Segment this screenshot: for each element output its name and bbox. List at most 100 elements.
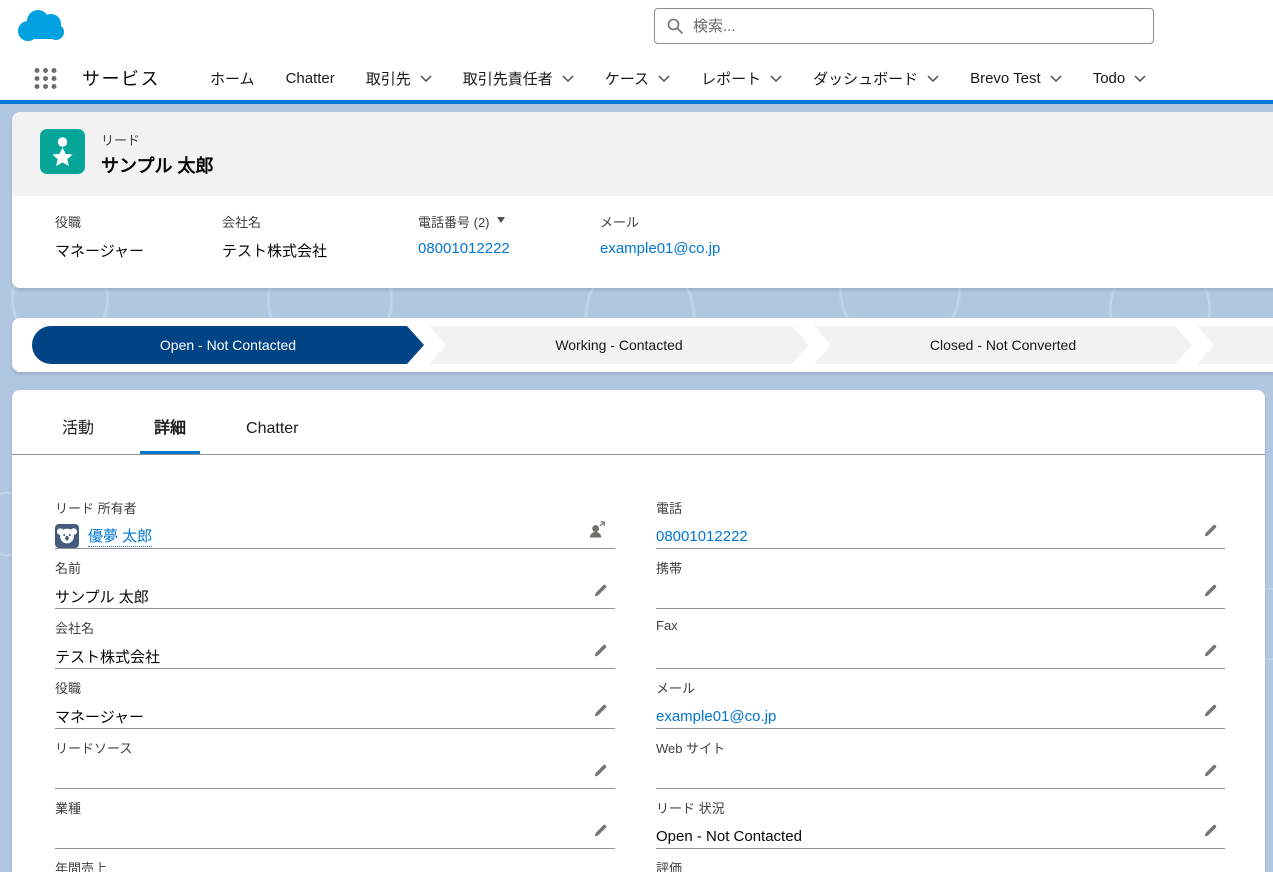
detail-left-column: リード 所有者 優夢 太郎 名前 サンプル 太郎 会社名 テスト株式会社 役職 … [55,489,615,872]
search-input[interactable] [693,17,1141,35]
dropdown-triangle-icon[interactable] [496,213,505,230]
chevron-down-icon[interactable] [770,74,782,82]
edit-pencil-icon[interactable] [1203,764,1217,778]
edit-pencil-icon[interactable] [1203,524,1217,538]
change-owner-icon[interactable] [588,521,607,538]
field-row: 評価 [656,849,1225,872]
field-row: リードソース [55,729,615,789]
chevron-down-icon[interactable] [562,74,574,82]
compact-field: 会社名 テスト株式会社 [222,212,418,288]
field-label: Fax [656,618,678,633]
edit-pencil-icon[interactable] [593,644,607,658]
chevron-down-icon[interactable] [1050,74,1062,82]
nav-tab[interactable]: 取引先責任者 [463,68,574,89]
compact-field-value[interactable]: テスト株式会社 [222,240,406,261]
compact-field-value[interactable]: マネージャー [55,240,210,261]
field-row: 名前 サンプル 太郎 [55,549,615,609]
nav-tab[interactable]: Chatter [286,70,335,87]
compact-field-label: メール [600,215,640,230]
compact-field: 電話番号 (2) 08001012222 [418,212,600,288]
compact-field-value[interactable]: 08001012222 [418,240,588,257]
nav-tab-label: Chatter [285,69,335,87]
path-stage[interactable]: Working - Contacted [429,326,809,364]
path-stage-label: Open - Not Contacted [159,337,297,353]
edit-pencil-icon[interactable] [593,704,607,718]
field-label: 名前 [55,561,82,576]
detail-right-column: 電話 08001012222 携帯 Fax メール example01@co.j… [656,489,1225,872]
nav-tabs: ホーム Chatter 取引先 取引先責任者 ケース レポート ダッシュボード … [210,68,1146,89]
nav-tab[interactable]: 取引先 [366,68,432,89]
field-value[interactable]: テスト株式会社 [55,646,160,667]
field-row: Fax [656,609,1225,669]
nav-tab-label: ケース [604,70,650,88]
field-label: 業種 [55,801,82,816]
nav-tab-label: ダッシュボード [813,70,919,88]
edit-pencil-icon[interactable] [593,824,607,838]
record-name: サンプル 太郎 [101,156,214,176]
edit-pencil-icon[interactable] [1203,824,1217,838]
chevron-down-icon[interactable] [1134,74,1146,82]
edit-pencil-icon[interactable] [593,764,607,778]
field-value[interactable]: Open - Not Contacted [656,828,802,845]
field-label: リード 状況 [656,801,725,816]
nav-tab-label: 取引先 [365,70,411,88]
field-row: リード 状況 Open - Not Contacted [656,789,1225,849]
field-label: リードソース [55,741,133,756]
record-highlights-panel: リード サンプル 太郎 役職 マネージャー 会社名 テスト株式会社 電話番号 (… [12,112,1273,288]
record-tab[interactable]: Chatter [232,408,312,454]
path-stage[interactable]: Closed - Not Converted [814,326,1192,364]
nav-tab-label: Todo [1092,69,1126,87]
lead-icon [40,129,85,179]
field-value[interactable]: 優夢 太郎 [88,525,153,547]
edit-pencil-icon[interactable] [1203,644,1217,658]
chevron-down-icon[interactable] [927,74,939,82]
nav-tab[interactable]: Brevo Test [970,70,1062,87]
field-row: 業種 [55,789,615,849]
nav-tab[interactable]: ケース [605,68,670,89]
edit-pencil-icon[interactable] [1203,584,1217,598]
field-label: 携帯 [656,561,683,576]
field-label: 役職 [55,681,82,696]
field-value[interactable]: example01@co.jp [656,708,776,725]
nav-tab[interactable]: レポート [701,68,782,89]
compact-field-value[interactable]: example01@co.jp [600,240,720,257]
nav-tab-label: レポート [701,70,762,88]
nav-tab[interactable]: Todo [1093,70,1147,87]
nav-tab-label: ホーム [210,70,255,88]
record-tabs-bar: 活動 詳細 Chatter [12,390,1265,455]
field-label: リード 所有者 [55,501,137,516]
field-value[interactable]: サンプル 太郎 [55,586,149,607]
compact-field: 役職 マネージャー [55,212,222,288]
entity-label: リード [101,133,141,148]
nav-tab[interactable]: ホーム [210,68,255,89]
field-row: 会社名 テスト株式会社 [55,609,615,669]
field-label: 会社名 [55,621,95,636]
path-stage-label: Closed - Not Converted [929,337,1077,353]
field-value[interactable]: 08001012222 [656,528,748,545]
edit-pencil-icon[interactable] [593,584,607,598]
detail-form: リード 所有者 優夢 太郎 名前 サンプル 太郎 会社名 テスト株式会社 役職 … [12,455,1265,872]
path-stage[interactable] [1197,326,1273,364]
record-title-section: リード サンプル 太郎 [12,112,1273,196]
compact-field-label: 電話番号 (2) [418,215,490,230]
compact-field: メール example01@co.jp [600,212,732,288]
edit-pencil-icon[interactable] [1203,704,1217,718]
app-navigation-bar: サービス ホーム Chatter 取引先 取引先責任者 ケース レポート ダッシ… [0,56,1273,100]
record-tab[interactable]: 活動 [48,408,108,454]
nav-tab[interactable]: ダッシュボード [813,68,939,89]
record-tab-label: 活動 [62,420,95,437]
field-row: メール example01@co.jp [656,669,1225,729]
search-icon [667,18,683,34]
chevron-down-icon[interactable] [658,74,670,82]
app-launcher-waffle-icon[interactable] [33,66,58,91]
field-value[interactable]: マネージャー [55,706,144,727]
current-app-name[interactable]: サービス [82,65,160,91]
chevron-down-icon[interactable] [420,74,432,82]
path-stage-label: Working - Contacted [555,337,683,353]
record-tab[interactable]: 詳細 [140,408,201,454]
path-stage[interactable]: Open - Not Contacted [32,326,424,364]
field-label: メール [656,681,696,696]
salesforce-cloud-logo[interactable] [14,7,66,52]
field-label: Web サイト [656,741,726,756]
record-tab-label: 詳細 [154,420,187,437]
